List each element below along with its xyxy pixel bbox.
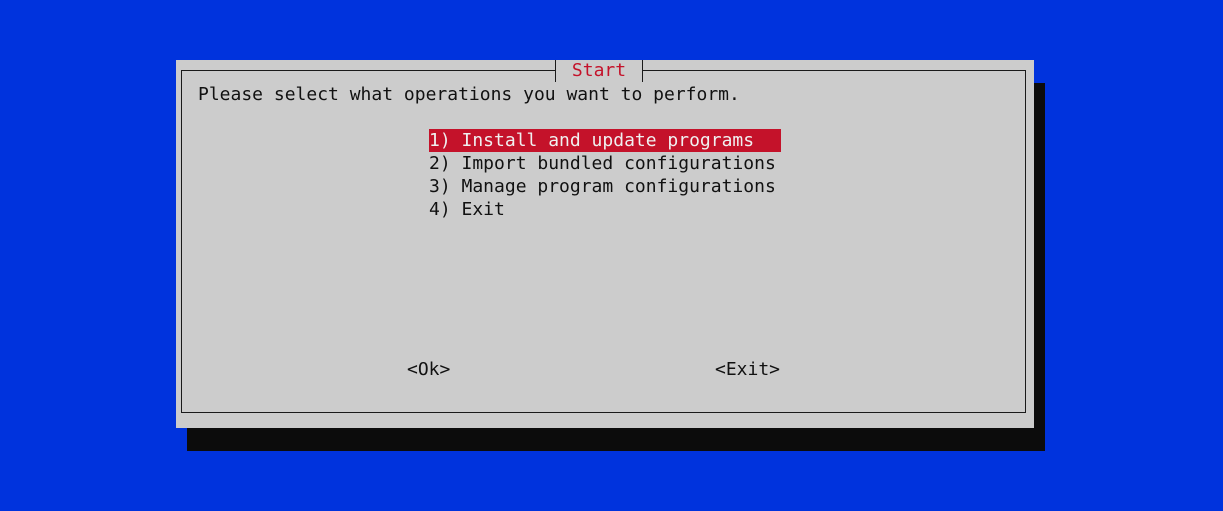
- menu-item-exit[interactable]: 4) Exit: [429, 198, 781, 221]
- dialog-frame: [181, 70, 1026, 413]
- dialog-prompt: Please select what operations you want t…: [198, 84, 740, 105]
- terminal-screen: Start Please select what operations you …: [0, 0, 1223, 511]
- menu-item-manage-configs[interactable]: 3) Manage program configurations: [429, 175, 781, 198]
- menu-item-install-update[interactable]: 1) Install and update programs: [429, 129, 781, 152]
- dialog-title: Start: [555, 60, 643, 82]
- start-dialog: Start Please select what operations you …: [176, 60, 1034, 428]
- menu-item-import-configs[interactable]: 2) Import bundled configurations: [429, 152, 781, 175]
- exit-button[interactable]: <Exit>: [715, 358, 780, 381]
- ok-button[interactable]: <Ok>: [407, 358, 450, 381]
- operations-menu: 1) Install and update programs 2) Import…: [429, 129, 781, 221]
